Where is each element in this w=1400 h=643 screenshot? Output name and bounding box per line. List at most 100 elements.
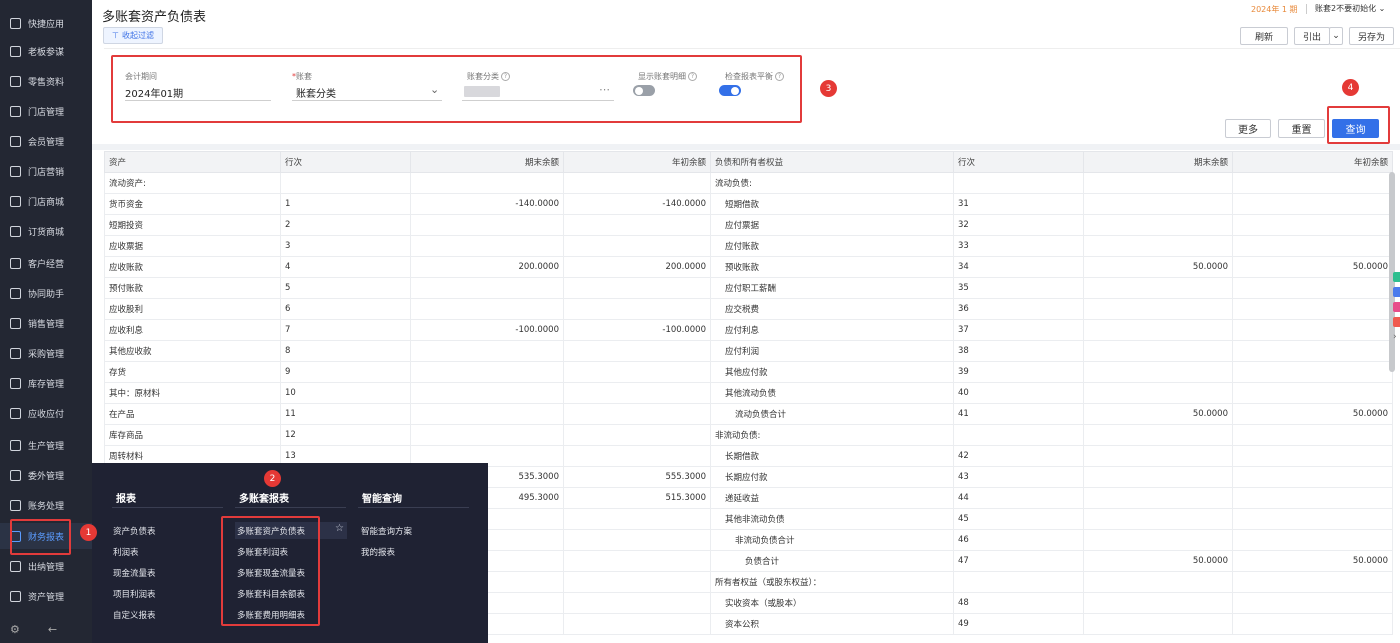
sidebar-item-label: 门店管理 xyxy=(28,107,65,118)
table-cell: 32 xyxy=(953,214,1084,236)
column-header: 行次 xyxy=(280,151,411,173)
settings-icon[interactable]: ⚙ xyxy=(10,623,20,636)
menu-item-col1-4[interactable]: 自定义报表 xyxy=(113,609,156,621)
factory-icon xyxy=(10,439,21,451)
table-cell xyxy=(563,361,711,383)
chevron-right-icon[interactable]: › xyxy=(1393,332,1400,342)
table-cell: -140.0000 xyxy=(410,193,564,215)
query-button[interactable]: 查询 xyxy=(1332,119,1379,138)
table-cell: 应付利润 xyxy=(710,340,954,362)
menu-item-col1-0[interactable]: 资产负债表 xyxy=(113,525,156,537)
sales-chart-icon xyxy=(10,317,21,329)
table-cell xyxy=(1083,319,1233,341)
sidebar-item-3[interactable]: 门店管理 xyxy=(0,98,92,124)
sidebar-item-10[interactable]: 销售管理 xyxy=(0,310,92,336)
table-cell xyxy=(410,277,564,299)
back-arrow-icon[interactable]: ← xyxy=(48,623,57,636)
menu-divider xyxy=(235,507,346,508)
column-header: 期末余额 xyxy=(1083,151,1233,173)
warehouse-icon xyxy=(10,377,21,389)
table-cell: 非流动负债合计 xyxy=(710,529,954,551)
table-cell: 38 xyxy=(953,340,1084,362)
sidebar-item-9[interactable]: 协同助手 xyxy=(0,280,92,306)
sidebar-item-label: 采购管理 xyxy=(28,349,65,360)
table-cell xyxy=(410,424,564,446)
refresh-button[interactable]: 刷新 xyxy=(1240,27,1288,45)
sidebar-item-13[interactable]: 应收应付 xyxy=(0,400,92,426)
sidebar-item-8[interactable]: 客户经营 xyxy=(0,250,92,276)
sidebar-item-1[interactable]: 老板参谋 xyxy=(0,38,92,64)
side-tab-red[interactable] xyxy=(1393,317,1400,327)
table-cell xyxy=(563,571,711,593)
sidebar-item-7[interactable]: 订货商城 xyxy=(0,218,92,244)
sidebar-item-19[interactable]: 资产管理 xyxy=(0,583,92,609)
side-tab-blue[interactable] xyxy=(1393,287,1400,297)
table-cell: 应付账款 xyxy=(710,235,954,257)
table-cell: 其他应付款 xyxy=(710,361,954,383)
sidebar-item-12[interactable]: 库存管理 xyxy=(0,370,92,396)
menu-item-col3-1[interactable]: 我的报表 xyxy=(361,546,395,558)
sidebar-item-label: 订货商城 xyxy=(28,227,65,238)
highlight-filter-area xyxy=(111,55,802,123)
table-cell xyxy=(563,403,711,425)
table-cell: 非流动负债: xyxy=(710,424,954,446)
side-tab-pink[interactable] xyxy=(1393,302,1400,312)
table-cell: 8 xyxy=(280,340,411,362)
table-cell xyxy=(563,298,711,320)
ledger-select[interactable]: 账套2不要初始化 ⌄ xyxy=(1315,3,1385,14)
table-cell: 50.0000 xyxy=(1083,256,1233,278)
side-tab-green[interactable] xyxy=(1393,272,1400,282)
table-cell: 应收利息 xyxy=(104,319,281,341)
table-cell xyxy=(410,382,564,404)
sidebar-item-11[interactable]: 采购管理 xyxy=(0,340,92,366)
table-cell: 46 xyxy=(953,529,1084,551)
sidebar-item-4[interactable]: 会员管理 xyxy=(0,128,92,154)
table-cell: 200.0000 xyxy=(410,256,564,278)
sidebar-item-label: 门店商城 xyxy=(28,197,65,208)
table-row: 应收账款 4 200.0000 200.0000 预收账款 34 50.0000 50.000… xyxy=(104,256,1393,278)
sidebar-item-0[interactable]: 快捷应用 xyxy=(0,10,92,36)
outsource-icon xyxy=(10,469,21,481)
table-row: 预付账款 5 应付职工薪酬 35 xyxy=(104,277,1393,299)
reset-button[interactable]: 重置 xyxy=(1278,119,1325,138)
table-cell: 货币资金 xyxy=(104,193,281,215)
table-cell xyxy=(563,550,711,572)
menu-item-col3-0[interactable]: 智能查询方案 xyxy=(361,525,412,537)
table-cell xyxy=(1232,193,1393,215)
save-as-button[interactable]: 另存为 xyxy=(1349,27,1394,45)
menu-item-col1-3[interactable]: 项目利润表 xyxy=(113,588,156,600)
table-cell: 12 xyxy=(280,424,411,446)
table-cell: 递延收益 xyxy=(710,487,954,509)
menu-item-col2-0[interactable]: 多账套资产负债表 xyxy=(237,525,305,537)
sidebar-item-6[interactable]: 门店商城 xyxy=(0,188,92,214)
table-cell: 其他流动负债 xyxy=(710,382,954,404)
filter-toggle-button[interactable]: ⊤ 收起过滤 xyxy=(103,27,163,44)
menu-item-col1-2[interactable]: 现金流量表 xyxy=(113,567,156,579)
export-dropdown-button[interactable]: ⌄ xyxy=(1329,27,1343,45)
filter-table-gap xyxy=(92,144,1400,150)
sidebar-item-2[interactable]: 零售资料 xyxy=(0,68,92,94)
sidebar-item-5[interactable]: 门店营销 xyxy=(0,158,92,184)
cashier-icon xyxy=(10,560,21,572)
menu-item-col1-1[interactable]: 利润表 xyxy=(113,546,139,558)
table-cell: 50.0000 xyxy=(1232,403,1393,425)
export-button[interactable]: 引出 xyxy=(1294,27,1330,45)
table-cell xyxy=(1083,592,1233,614)
shop-icon xyxy=(10,195,21,207)
table-cell: 9 xyxy=(280,361,411,383)
sidebar-item-16[interactable]: 账务处理 xyxy=(0,492,92,518)
more-button[interactable]: 更多 xyxy=(1225,119,1271,138)
table-cell: 实收资本（或股本） xyxy=(710,592,954,614)
sidebar-item-14[interactable]: 生产管理 xyxy=(0,432,92,458)
filter-icon: ⊤ xyxy=(112,31,119,40)
table-cell xyxy=(563,340,711,362)
megaphone-icon xyxy=(10,165,21,177)
sidebar-item-18[interactable]: 出纳管理 xyxy=(0,553,92,579)
star-icon[interactable]: ☆ xyxy=(335,523,344,534)
table-cell xyxy=(1232,172,1393,194)
menu-col-multi-ledger-title: 多账套报表 xyxy=(239,494,289,505)
table-cell xyxy=(1083,466,1233,488)
table-cell xyxy=(563,214,711,236)
table-cell: 50.0000 xyxy=(1232,550,1393,572)
sidebar-item-15[interactable]: 委外管理 xyxy=(0,462,92,488)
